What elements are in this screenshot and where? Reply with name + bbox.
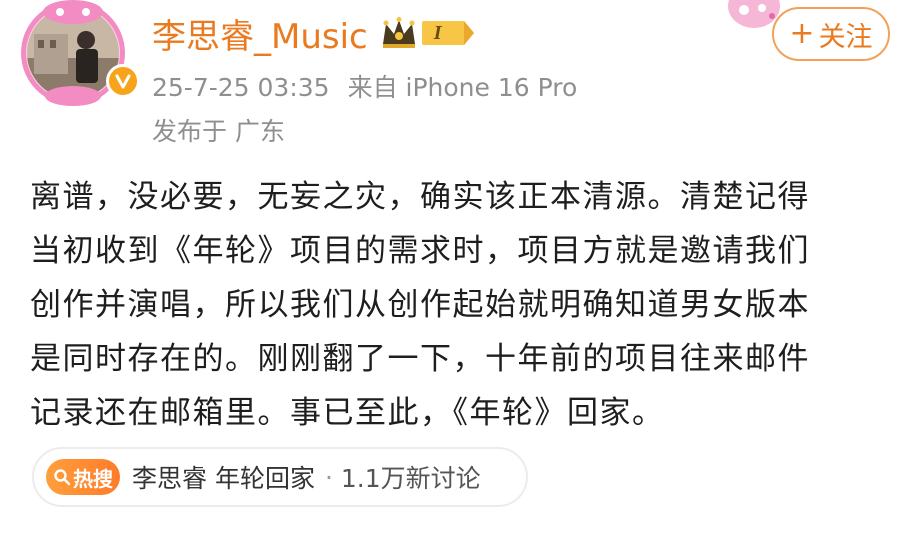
follow-label: 关注 xyxy=(818,21,873,53)
author-header: 李思睿_Music I xyxy=(152,9,476,58)
post-timestamp: 25-7-25 03:35 xyxy=(152,73,330,102)
verified-badge-icon xyxy=(106,64,140,98)
follow-button[interactable]: + 关注 xyxy=(772,7,890,61)
post-text-line: 是同时存在的。刚刚翻了一下，十年前的项目往来邮件 xyxy=(30,341,810,377)
weibo-post-card: 李思睿_Music I 25-7-25 03:35 来自 iPhone 16 Pr… xyxy=(0,0,922,537)
topic-name: 李思睿 年轮回家 xyxy=(132,464,315,493)
hot-search-badge: 热搜 xyxy=(46,459,120,495)
level-badge-label: I xyxy=(433,22,442,44)
topic-separator: · xyxy=(324,462,333,492)
hot-search-label: 热搜 xyxy=(73,466,113,491)
post-text-line: 当初收到《年轮》项目的需求时，项目方就是邀请我们 xyxy=(30,233,810,269)
crown-icon xyxy=(382,17,415,48)
post-location: 发布于 广东 xyxy=(152,117,285,146)
post-text-line: 离谱，没必要，无妄之灾，确实该正本清源。清楚记得 xyxy=(30,179,810,215)
plus-icon: + xyxy=(789,16,815,51)
level-badge-icon: I xyxy=(420,19,476,47)
hot-topic-chip[interactable]: 热搜 李思睿 年轮回家 · 1.1万新讨论 xyxy=(32,447,528,507)
author-name[interactable]: 李思睿_Music xyxy=(152,9,368,58)
post-source: 来自 iPhone 16 Pro xyxy=(347,73,578,102)
search-icon xyxy=(54,469,71,486)
post-text: 离谱，没必要，无妄之灾，确实该正本清源。清楚记得 当初收到《年轮》项目的需求时，… xyxy=(30,170,892,440)
author-avatar[interactable] xyxy=(20,0,140,106)
post-text-line: 创作并演唱，所以我们从创作起始就明确知道男女版本 xyxy=(30,287,810,323)
post-text-line: 记录还在邮箱里。事已至此，《年轮》回家。 xyxy=(30,395,665,431)
post-meta: 25-7-25 03:35 来自 iPhone 16 Pro xyxy=(152,68,577,104)
topic-discussion-count: 1.1万新讨论 xyxy=(340,464,481,493)
